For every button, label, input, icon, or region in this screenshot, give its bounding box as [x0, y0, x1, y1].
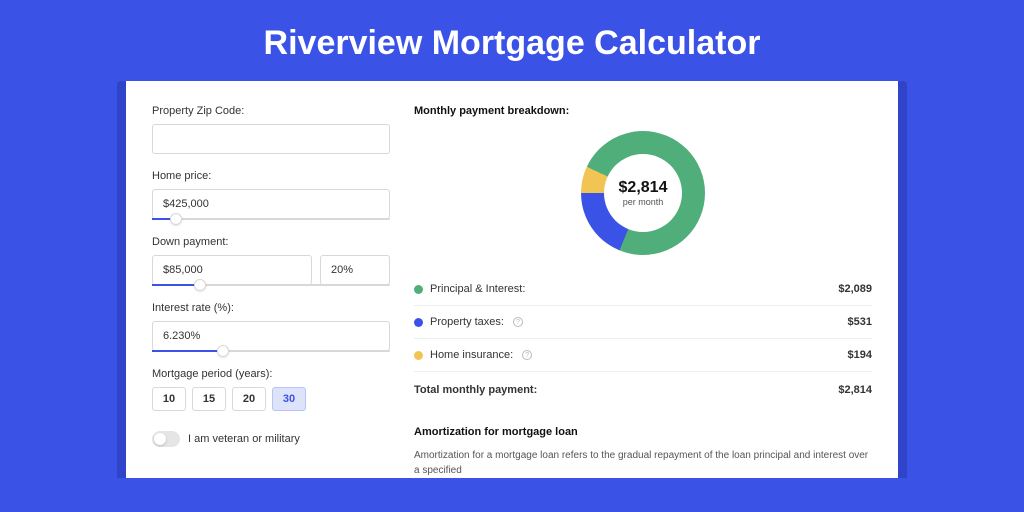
- legend-value: $194: [848, 349, 872, 361]
- interest-rate-label: Interest rate (%):: [152, 302, 390, 314]
- legend-row: Property taxes:? $531: [414, 306, 872, 339]
- legend-row: Home insurance:? $194: [414, 339, 872, 372]
- legend-row: Principal & Interest: $2,089: [414, 273, 872, 306]
- legend-list: Principal & Interest: $2,089 Property taxe…: [414, 273, 872, 372]
- legend-dot: [414, 351, 423, 360]
- down-payment-group: Down payment:: [152, 236, 390, 286]
- total-value: $2,814: [838, 384, 872, 396]
- card-shadow: Property Zip Code: Home price: Down paym…: [117, 81, 907, 478]
- home-price-slider[interactable]: [152, 218, 390, 220]
- interest-rate-group: Interest rate (%):: [152, 302, 390, 352]
- period-label: Mortgage period (years):: [152, 368, 390, 380]
- donut-chart-wrap: $2,814 per month: [414, 131, 872, 255]
- amortization-section: Amortization for mortgage loan Amortizat…: [414, 426, 872, 478]
- legend-total-row: Total monthly payment: $2,814: [414, 372, 872, 406]
- legend-dot: [414, 285, 423, 294]
- info-icon[interactable]: ?: [522, 350, 532, 360]
- page-title: Riverview Mortgage Calculator: [0, 0, 1024, 81]
- slider-thumb[interactable]: [217, 345, 229, 357]
- legend-value: $2,089: [838, 283, 872, 295]
- donut-amount: $2,814: [619, 179, 668, 197]
- total-label: Total monthly payment:: [414, 384, 537, 396]
- slider-thumb[interactable]: [194, 279, 206, 291]
- amortization-text: Amortization for a mortgage loan refers …: [414, 448, 872, 478]
- breakdown-column: Monthly payment breakdown: $2,814 per mo…: [414, 105, 872, 478]
- donut-chart: $2,814 per month: [581, 131, 705, 255]
- legend-label: Principal & Interest:: [430, 283, 525, 295]
- amortization-title: Amortization for mortgage loan: [414, 426, 872, 438]
- info-icon[interactable]: ?: [513, 317, 523, 327]
- down-payment-pct-input[interactable]: [320, 255, 390, 285]
- period-button-10[interactable]: 10: [152, 387, 186, 411]
- period-button-20[interactable]: 20: [232, 387, 266, 411]
- calculator-card: Property Zip Code: Home price: Down paym…: [126, 81, 898, 478]
- legend-value: $531: [848, 316, 872, 328]
- zip-field-group: Property Zip Code:: [152, 105, 390, 154]
- veteran-label: I am veteran or military: [188, 433, 300, 445]
- period-group: Mortgage period (years): 10152030: [152, 368, 390, 411]
- home-price-label: Home price:: [152, 170, 390, 182]
- home-price-input[interactable]: [152, 189, 390, 219]
- down-payment-label: Down payment:: [152, 236, 390, 248]
- inputs-column: Property Zip Code: Home price: Down paym…: [152, 105, 390, 478]
- veteran-toggle[interactable]: [152, 431, 180, 447]
- down-payment-input[interactable]: [152, 255, 312, 285]
- legend-label: Home insurance:: [430, 349, 513, 361]
- legend-label: Property taxes:: [430, 316, 504, 328]
- home-price-group: Home price:: [152, 170, 390, 220]
- down-payment-slider[interactable]: [152, 284, 390, 286]
- period-button-30[interactable]: 30: [272, 387, 306, 411]
- interest-rate-slider[interactable]: [152, 350, 390, 352]
- period-button-15[interactable]: 15: [192, 387, 226, 411]
- legend-dot: [414, 318, 423, 327]
- donut-center: $2,814 per month: [604, 154, 682, 232]
- zip-input[interactable]: [152, 124, 390, 154]
- interest-rate-input[interactable]: [152, 321, 390, 351]
- veteran-toggle-row: I am veteran or military: [152, 431, 390, 447]
- donut-sublabel: per month: [623, 197, 664, 207]
- breakdown-title: Monthly payment breakdown:: [414, 105, 872, 117]
- slider-thumb[interactable]: [170, 213, 182, 225]
- zip-label: Property Zip Code:: [152, 105, 390, 117]
